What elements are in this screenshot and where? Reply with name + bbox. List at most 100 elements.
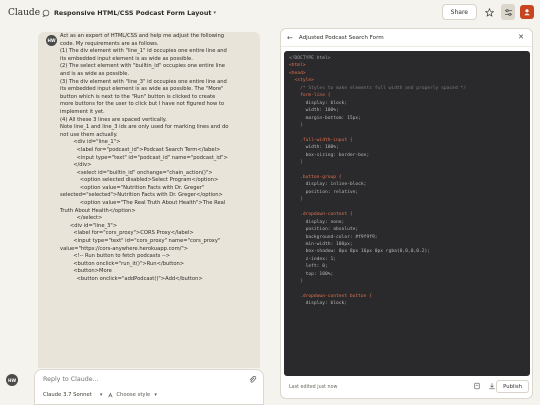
conversation-title-menu[interactable]: Responsive HTML/CSS Podcast Form Layout … xyxy=(42,9,216,17)
message-line: <input type="text" id="cors_proxy" name=… xyxy=(60,238,221,245)
message-line: <button onclick="addPodcast()">Add</butt… xyxy=(60,276,203,282)
code-line: } xyxy=(289,279,303,285)
code-line: display: none; xyxy=(289,219,345,225)
chevron-down-icon: ▾ xyxy=(213,10,216,16)
code-line: display: block; xyxy=(289,100,348,106)
code-line: position: relative; xyxy=(289,189,359,195)
publish-button[interactable]: Publish xyxy=(496,380,529,393)
star-icon xyxy=(484,7,494,17)
reply-input[interactable] xyxy=(43,376,243,383)
message-line: (3) The div element with "line_3" id occ… xyxy=(60,78,227,85)
message-line: <option value="The Real Truth About Heal… xyxy=(60,200,226,207)
message-line: more buttons for the user to click but I… xyxy=(60,101,225,108)
copy-icon[interactable] xyxy=(473,382,481,390)
message-line: <input type="text" id="podcast_id" name=… xyxy=(60,154,228,161)
code-line: background-color: #f9f9f9; xyxy=(289,234,378,240)
code-line: z-index: 1; xyxy=(289,256,337,262)
code-block[interactable]: <!DOCTYPE html> <html> <head> <style> /* S… xyxy=(284,51,530,376)
code-line: <style> xyxy=(289,78,314,84)
message-line: <div id="line_1"> xyxy=(60,139,121,146)
artifact-title: Adjusted Podcast Search Form xyxy=(298,34,384,41)
code-line: box-sizing: border-box; xyxy=(289,152,370,158)
code-line: .button-group { xyxy=(289,175,342,180)
message-fade xyxy=(38,326,260,368)
code-line: width: 100%; xyxy=(289,145,339,151)
message-line: Act as an expert of HTML/CSS and help me… xyxy=(60,33,225,39)
code-line: form-line { xyxy=(289,93,331,99)
message-line: <!-- Run button to fetch podcasts --> xyxy=(60,253,171,260)
code-line: .full-width-input { xyxy=(289,137,353,143)
artifact-panel: ← Adjusted Podcast Search Form ✕ <!DOCTY… xyxy=(280,28,533,399)
code-line: } xyxy=(289,197,303,203)
composer[interactable]: Claude 3.7 Sonnet ▾ Choose style ▾ xyxy=(34,369,264,405)
close-icon[interactable]: ✕ xyxy=(518,33,524,41)
message-line: value="https://cors-anywhere.herokuapp.c… xyxy=(60,245,189,252)
code-line: display: block; xyxy=(289,301,348,307)
last-edited-status: Last edited just now xyxy=(289,384,338,390)
user-message-text[interactable]: Act as an expert of HTML/CSS and help me… xyxy=(60,33,260,284)
code-line: left: 0; xyxy=(289,264,328,270)
code-line: display: inline-block; xyxy=(289,182,367,188)
code-line: margin-bottom: 15px; xyxy=(289,115,361,121)
user-avatar[interactable]: HW xyxy=(6,374,18,386)
share-button[interactable]: Share xyxy=(441,4,477,20)
chat-pane: HW Act as an expert of HTML/CSS and help… xyxy=(0,26,272,405)
account-avatar[interactable] xyxy=(520,5,534,19)
star-button[interactable] xyxy=(482,4,496,20)
style-selector[interactable]: Choose style ▾ xyxy=(108,392,157,398)
message-line: <select id="builtin_id" onchange="chain_… xyxy=(60,169,213,176)
message-line: not use them actually. xyxy=(60,131,118,138)
code-line: width: 100%; xyxy=(289,108,339,114)
message-line: <option selected disabled>Select Program… xyxy=(60,177,219,184)
message-line: (2) The select element with "builtin_id"… xyxy=(60,63,225,70)
code-line: position: absolute; xyxy=(289,227,359,233)
artifact-footer: Last edited just now Publish xyxy=(281,376,532,398)
chevron-down-icon: ▾ xyxy=(99,392,103,398)
message-line: </select> xyxy=(60,215,103,222)
message-line: implement it yet. xyxy=(60,108,105,115)
user-icon xyxy=(524,9,530,16)
message-line: code. My requirements are as follows. xyxy=(60,40,159,47)
chevron-down-icon: ▾ xyxy=(154,392,157,398)
artifact-header: ← Adjusted Podcast Search Form xyxy=(281,29,532,47)
code-line: } xyxy=(289,160,303,166)
message-line: selected="selected">Nutrition Facts with… xyxy=(60,192,223,199)
code-line: <html> xyxy=(289,63,306,69)
message-line: its embedded input element is as wide as… xyxy=(60,86,224,93)
paperclip-icon[interactable] xyxy=(248,375,257,384)
code-line: box-shadow: 0px 8px 16px 0px rgba(0,0,0,… xyxy=(289,249,431,255)
model-selector[interactable]: Claude 3.7 Sonnet xyxy=(43,392,92,398)
download-icon[interactable] xyxy=(488,382,496,390)
top-bar: Claude Responsive HTML/CSS Podcast Form … xyxy=(0,0,540,26)
code-line: <!DOCTYPE html> xyxy=(289,56,331,61)
message-line: Truth About Health</option> xyxy=(60,207,136,214)
code-line: min-width: 100px; xyxy=(289,241,353,247)
message-line: <label for="cors_proxy">CORS Proxy</labe… xyxy=(60,230,194,237)
message-line: <label for="podcast_id">Podcast Search T… xyxy=(60,146,221,153)
message-line: <option value="Nutrition Facts with Dr. … xyxy=(60,184,205,191)
code-line: .dropdown-content { xyxy=(289,212,353,218)
settings-toggle-button[interactable] xyxy=(501,4,515,20)
message-line: <div id="line_3"> xyxy=(60,222,118,229)
message-line: its embedded input element is as wide as… xyxy=(60,55,193,62)
code-line: .dropdown-content button { xyxy=(289,294,372,299)
message-line: <button>More xyxy=(60,268,112,275)
message-line: <button onclick="run_it()">Run</button> xyxy=(60,260,185,267)
message-line: button which is next to the "Run" button… xyxy=(60,93,216,100)
message-line: and is as wide as possible. xyxy=(60,70,129,77)
message-line: </div> xyxy=(60,162,92,169)
style-label: Choose style xyxy=(116,392,151,398)
code-line: <head> xyxy=(289,70,306,76)
code-line: top: 100%; xyxy=(289,271,334,277)
conversation-title: Responsive HTML/CSS Podcast Form Layout xyxy=(54,9,212,17)
app-logo[interactable]: Claude xyxy=(8,8,40,18)
message-line: (1) The div element with "line_1" id occ… xyxy=(60,48,227,55)
chat-bubble-icon xyxy=(42,9,50,17)
back-arrow-icon[interactable]: ← xyxy=(287,34,293,42)
sliders-icon xyxy=(504,8,512,16)
message-line: (4) All these 3 lines are spaced vertica… xyxy=(60,116,167,123)
